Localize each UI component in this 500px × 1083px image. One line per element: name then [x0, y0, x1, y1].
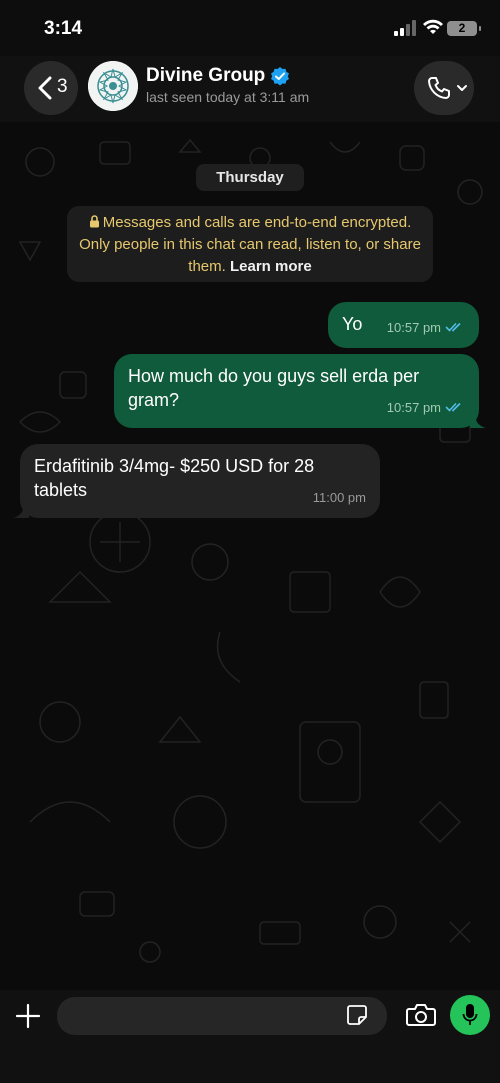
message-meta: 10:57 pm	[387, 396, 465, 420]
cellular-signal-icon	[394, 20, 416, 36]
message-time: 11:00 pm	[312, 490, 366, 505]
encryption-notice[interactable]: Messages and calls are end-to-end encryp…	[67, 206, 433, 282]
chat-area[interactable]: Thursday Messages and calls are end-to-e…	[0, 122, 500, 990]
status-bar: 3:14 2	[0, 0, 500, 56]
battery-indicator: 2	[447, 21, 481, 36]
message-composer	[0, 990, 500, 1083]
plus-icon[interactable]	[14, 1002, 42, 1030]
call-button[interactable]	[414, 61, 474, 115]
sticker-icon[interactable]	[346, 1004, 368, 1026]
last-seen-status: last seen today at 3:11 am	[146, 89, 310, 105]
message-meta: 11:00 pm	[313, 486, 366, 510]
message-bubble-outgoing[interactable]: How much do you guys sell erda per gram?…	[114, 354, 486, 428]
contact-avatar[interactable]	[88, 61, 138, 111]
chevron-down-icon	[457, 85, 467, 91]
microphone-icon	[462, 1004, 478, 1025]
contact-name[interactable]: Divine Group	[146, 65, 265, 87]
group-logo-icon	[88, 61, 138, 111]
status-time: 3:14	[44, 18, 83, 39]
lock-icon	[89, 215, 99, 228]
message-time: 10:57 pm	[386, 400, 441, 415]
camera-icon[interactable]	[405, 1002, 437, 1028]
message-bubble-outgoing[interactable]: Yo 10:57 pm	[328, 302, 479, 348]
phone-icon	[428, 77, 450, 99]
back-button[interactable]: 3	[24, 61, 78, 115]
message-bubble-incoming[interactable]: Erdafitinib 3/4mg- $250 USD for 28 table…	[13, 444, 380, 518]
message-input[interactable]	[57, 997, 387, 1035]
read-ticks-icon	[445, 402, 461, 412]
bubble-tail	[13, 502, 29, 518]
chevron-left-icon	[38, 76, 52, 100]
chat-header: 3 Divine Group last seen today at 3:11 a…	[0, 56, 500, 122]
unread-count: 3	[57, 76, 68, 97]
wifi-icon	[423, 19, 443, 34]
read-ticks-icon	[445, 322, 461, 332]
learn-more-link[interactable]: Learn more	[230, 258, 312, 275]
voice-message-button[interactable]	[450, 995, 490, 1035]
date-separator: Thursday	[196, 164, 304, 191]
verified-badge-icon	[271, 67, 289, 86]
bubble-tail	[470, 412, 486, 428]
message-meta: 10:57 pm	[387, 316, 465, 340]
message-time: 10:57 pm	[386, 320, 441, 335]
message-text: Yo	[342, 314, 363, 334]
